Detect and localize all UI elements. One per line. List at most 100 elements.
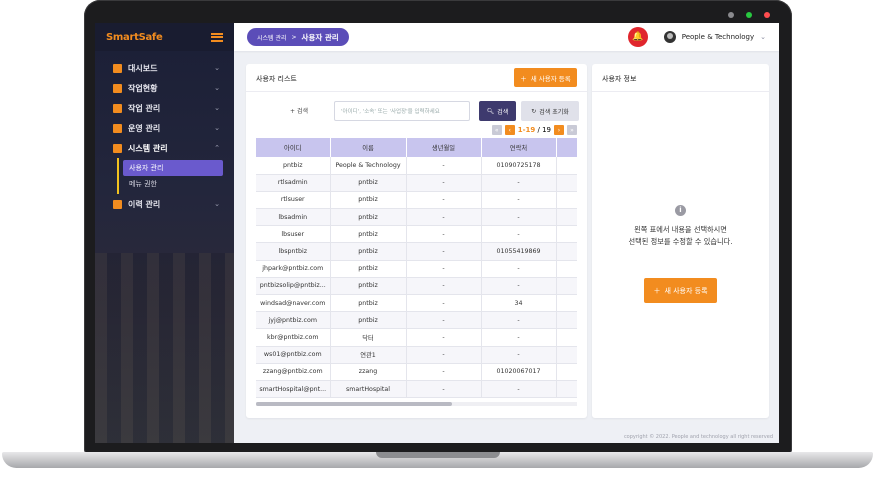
chevron-up-icon: ⌃	[214, 144, 220, 152]
table-cell: smartHospital	[330, 380, 407, 399]
chevron-down-icon: ⌄	[214, 124, 220, 132]
table-cell: -	[406, 225, 482, 244]
last-page-icon[interactable]: »	[567, 125, 577, 135]
info-message-line2: 선택된 정보를 수정할 수 있습니다.	[628, 236, 733, 246]
table-cell: -	[406, 260, 482, 278]
add-user-button[interactable]: ＋ 새 사용자 등록	[514, 68, 577, 87]
table-cell: ws01@pntbiz.com	[256, 346, 331, 364]
window-dot-gray	[728, 12, 734, 18]
pagination: « ‹ 1-19 / 19 › »	[491, 125, 577, 135]
next-page-icon[interactable]: ›	[554, 125, 564, 135]
horizontal-scrollbar[interactable]	[256, 402, 577, 406]
refresh-icon: ↻	[531, 107, 537, 115]
chevron-down-icon: ⌄	[214, 200, 220, 208]
table-row[interactable]: ws01@pntbiz.com 연관1- -	[256, 346, 577, 364]
column-header[interactable]: 이름	[330, 138, 407, 157]
sidebar-item-work-status[interactable]: 작업현황 ⌄	[95, 78, 234, 98]
search-icon: 🔍︎	[486, 107, 495, 115]
table-row[interactable]: pntbizsolip@pntbiz... pntbiz - -	[256, 277, 577, 296]
menu-toggle-icon[interactable]	[211, 32, 223, 42]
search-input[interactable]: '아이디', '소속' 또는 '사업장'을 입력하세요	[334, 101, 470, 121]
column-header[interactable]: 아이디	[256, 138, 331, 157]
search-button[interactable]: 🔍︎ 검색	[479, 101, 516, 121]
table-row[interactable]: lbsadmin pntbiz - -	[256, 208, 577, 227]
sidebar-item-label: 대시보드	[128, 63, 158, 73]
sidebar-item-label: 작업현황	[128, 83, 158, 93]
table-cell: 연관1	[330, 346, 407, 364]
chevron-down-icon: ⌄	[214, 84, 220, 92]
table-cell: -	[406, 157, 482, 175]
plus-small-icon: +	[290, 108, 297, 115]
table-row[interactable]: jhpark@pntbiz.com pntbiz - -	[256, 260, 577, 278]
breadcrumb-parent[interactable]: 시스템 관리	[257, 33, 287, 42]
table-row[interactable]: lbspntbiz pntbiz -01055419869	[256, 242, 577, 261]
table-cell: 01055419869	[481, 242, 557, 261]
table-cell: zzang@pntbiz.com	[256, 363, 331, 381]
panel-title: 사용자 정보	[602, 75, 637, 83]
column-header[interactable]: 생년월일	[406, 138, 482, 157]
reset-search-button[interactable]: ↻ 검색 초기화	[521, 101, 579, 121]
window-dots	[728, 12, 770, 18]
scrollbar-thumb[interactable]	[256, 402, 452, 406]
table-row[interactable]: zzang@pntbiz.com zzang -01020067017	[256, 363, 577, 381]
sidebar-item-label: 이력 관리	[128, 199, 161, 209]
chevron-down-icon: ⌄	[214, 64, 220, 72]
add-user-button-label: 새 사용자 등록	[664, 286, 708, 295]
table-cell: -	[406, 174, 482, 192]
history-icon	[113, 199, 122, 209]
search-button-label: 검색	[497, 108, 509, 116]
divider	[246, 91, 587, 92]
table-row[interactable]: kbr@pntbiz.com 닥터 - -	[256, 328, 577, 347]
table-cell: pntbiz	[330, 277, 407, 296]
sidebar-item-operation-management[interactable]: 운영 관리 ⌄	[95, 118, 234, 138]
gear-icon	[113, 103, 122, 113]
table-cell: lbspntbiz	[256, 242, 331, 261]
notification-bell-icon[interactable]: 🔔	[627, 27, 648, 47]
table-cell: rtlsadmin	[256, 174, 331, 192]
topbar-actions: 🔔 People & Technology ⌄	[627, 27, 766, 47]
table-cell: -	[406, 363, 482, 381]
table-row[interactable]: rtlsuser pntbiz - -	[256, 191, 577, 210]
table-cell: 34	[481, 294, 557, 313]
table-row[interactable]: lbsuser pntbiz - -	[256, 225, 577, 244]
add-user-button-secondary[interactable]: ＋ 새 사용자 등록	[644, 278, 717, 303]
info-message-line1: 왼쪽 표에서 내용을 선택하시면	[634, 224, 727, 234]
sidebar-item-label: 작업 관리	[128, 103, 161, 113]
table-cell: -	[481, 346, 557, 364]
table-row[interactable]: pntbiz People & Technology -01090725178	[256, 157, 577, 175]
prev-page-icon[interactable]: ‹	[504, 125, 515, 135]
table-cell-extra	[556, 277, 577, 296]
chevron-down-icon: ⌄	[760, 33, 766, 41]
first-page-icon[interactable]: «	[491, 125, 502, 135]
table-row[interactable]: jyj@pntbiz.com pntbiz - -	[256, 311, 577, 330]
user-name: People & Technology	[681, 33, 755, 41]
table-body: pntbiz People & Technology -01090725178 rtl…	[256, 157, 577, 399]
sidebar-item-history-management[interactable]: 이력 관리 ⌄	[95, 194, 234, 214]
table-cell: -	[481, 277, 557, 296]
copyright-footer: copyright © 2022. People and technology …	[623, 434, 773, 440]
add-user-button-label: 새 사용자 등록	[530, 74, 571, 83]
column-header[interactable]: 연락처	[481, 138, 557, 157]
table-row[interactable]: smartHospital@pnt... smartHospital - -	[256, 380, 577, 399]
table-cell: pntbiz	[330, 260, 407, 278]
table-cell: -	[406, 242, 482, 261]
table-cell-extra	[556, 380, 577, 399]
sidebar-item-dashboard[interactable]: 대시보드 ⌄	[95, 58, 234, 78]
sidebar-item-system-management[interactable]: 시스템 관리 ⌃	[95, 138, 234, 158]
column-header-extra	[556, 138, 577, 157]
sidebar-subitem-menu-permission[interactable]: 메뉴 권한	[123, 176, 234, 192]
sidebar-subitem-user-management[interactable]: 사용자 관리	[123, 160, 223, 176]
table-cell: -	[481, 208, 557, 227]
sidebar-item-work-management[interactable]: 작업 관리 ⌄	[95, 98, 234, 118]
app-screen: SmartSafe 대시보드 ⌄ 작업현황 ⌄ 작업 관리 ⌄ 운영 관리 ⌄ …	[95, 23, 779, 443]
plus-icon: ＋	[653, 286, 661, 295]
breadcrumb: 시스템 관리 > 사용자 관리	[247, 28, 349, 46]
user-menu[interactable]: People & Technology ⌄	[663, 31, 766, 43]
table-cell: -	[406, 346, 482, 364]
table-cell: -	[406, 380, 482, 399]
table-row[interactable]: windsad@naver.com pntbiz -34	[256, 294, 577, 313]
table-cell: 01020067017	[481, 363, 557, 381]
reset-search-label: 검색 초기화	[539, 108, 569, 116]
table-row[interactable]: rtlsadmin pntbiz - -	[256, 174, 577, 192]
table-cell: kbr@pntbiz.com	[256, 328, 331, 347]
